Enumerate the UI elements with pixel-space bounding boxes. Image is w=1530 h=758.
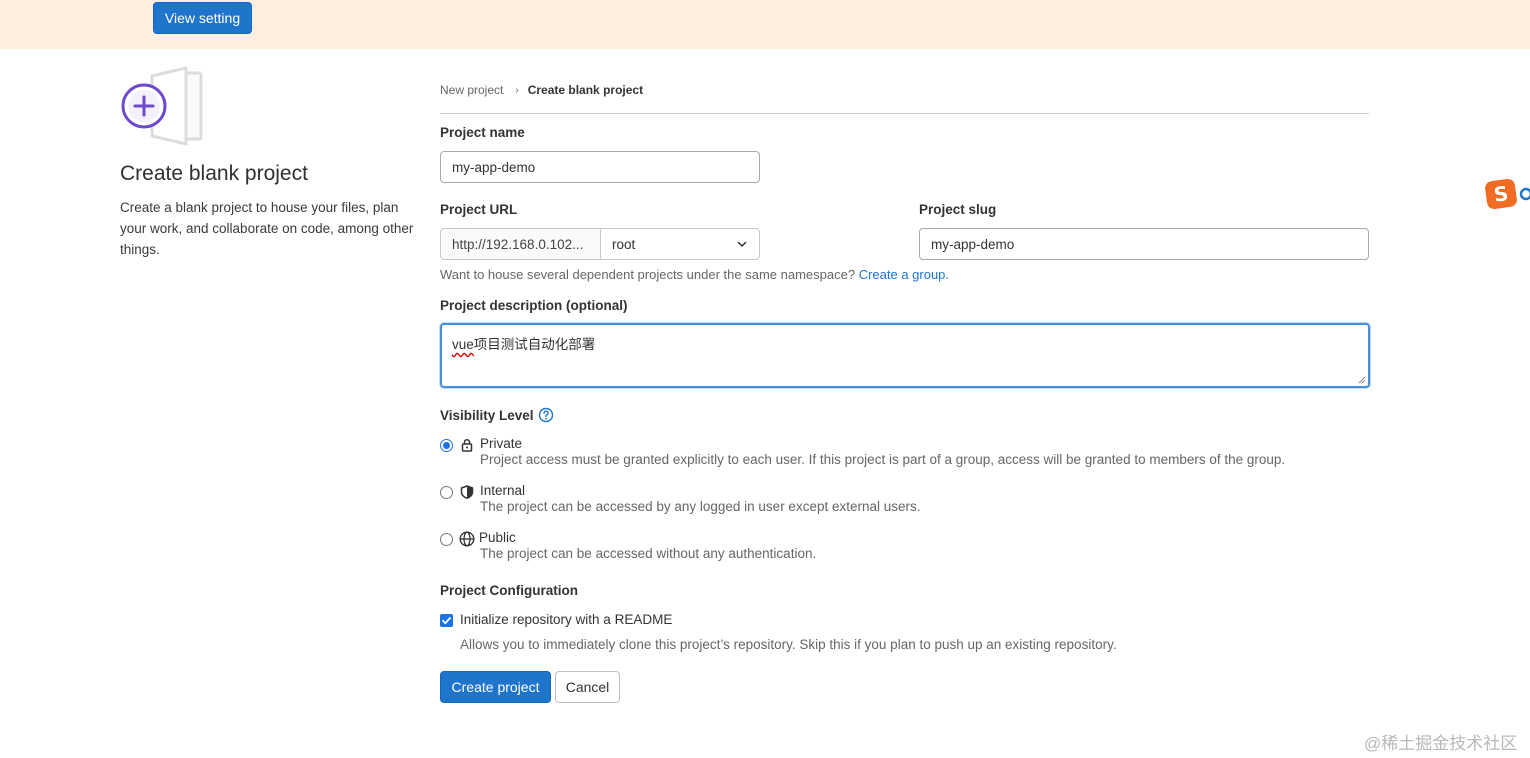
project-description-label: Project description (optional): [440, 298, 628, 313]
breadcrumb-new-project[interactable]: New project: [440, 83, 503, 97]
internal-help: The project can be accessed by any logge…: [480, 499, 921, 514]
globe-icon: [459, 531, 475, 547]
help-icon[interactable]: [538, 407, 554, 423]
project-configuration-label: Project Configuration: [440, 583, 578, 598]
blank-project-illustration: [121, 66, 203, 146]
readme-help: Allows you to immediately clone this pro…: [460, 637, 1117, 652]
breadcrumb: New project › Create blank project: [440, 83, 643, 97]
internal-radio[interactable]: [440, 486, 453, 499]
visibility-level-text: Visibility Level: [440, 407, 534, 423]
project-slug-input[interactable]: my-app-demo: [919, 228, 1369, 260]
internal-label: Internal: [480, 483, 526, 498]
readme-label[interactable]: Initialize repository with a README: [460, 612, 672, 627]
create-project-button[interactable]: Create project: [440, 671, 551, 703]
project-url-label: Project URL: [440, 202, 518, 217]
input-method-logo-icon[interactable]: S: [1484, 178, 1530, 210]
private-radio[interactable]: [440, 439, 453, 452]
lock-icon: [461, 438, 473, 452]
breadcrumb-divider: [440, 113, 1369, 114]
project-url-prefix: http://192.168.0.102...: [440, 228, 601, 260]
public-help: The project can be accessed without any …: [480, 546, 817, 561]
readme-checkbox[interactable]: [440, 614, 453, 627]
visibility-option-internal[interactable]: Internal: [440, 483, 525, 499]
chevron-down-icon: [737, 241, 747, 247]
watermark: @稀土掘金技术社区: [1364, 734, 1518, 753]
namespace-hint: Want to house several dependent projects…: [440, 267, 949, 282]
shield-icon: [460, 485, 474, 499]
project-name-input[interactable]: my-app-demo: [440, 151, 760, 183]
private-label: Private: [480, 436, 523, 451]
chevron-right-icon: ›: [515, 84, 519, 96]
visibility-level-label: Visibility Level: [440, 407, 554, 423]
public-radio[interactable]: [440, 533, 453, 546]
view-setting-button[interactable]: View setting: [153, 2, 252, 34]
namespace-hint-text: Want to house several dependent projects…: [440, 267, 856, 282]
checkmark-icon: [442, 617, 451, 625]
namespace-select[interactable]: root: [600, 228, 760, 260]
sidebar-title: Create blank project: [120, 162, 308, 185]
private-help: Project access must be granted explicitl…: [480, 452, 1286, 467]
breadcrumb-current: Create blank project: [527, 83, 644, 97]
description-misspelled-text: vue: [452, 337, 474, 352]
project-slug-label: Project slug: [919, 202, 997, 217]
project-description-textarea[interactable]: vue项目测试自动化部署: [440, 323, 1370, 388]
sidebar-description: Create a blank project to house your fil…: [120, 200, 414, 257]
description-text: 项目测试自动化部署: [473, 337, 596, 352]
visibility-option-private[interactable]: Private: [440, 436, 522, 452]
public-label: Public: [479, 530, 516, 545]
namespace-value: root: [612, 236, 636, 252]
create-group-link[interactable]: Create a group.: [859, 267, 949, 282]
visibility-option-public[interactable]: Public: [440, 530, 516, 547]
resize-handle-icon[interactable]: [1358, 376, 1366, 384]
cancel-button[interactable]: Cancel: [555, 671, 620, 703]
project-name-label: Project name: [440, 125, 525, 140]
